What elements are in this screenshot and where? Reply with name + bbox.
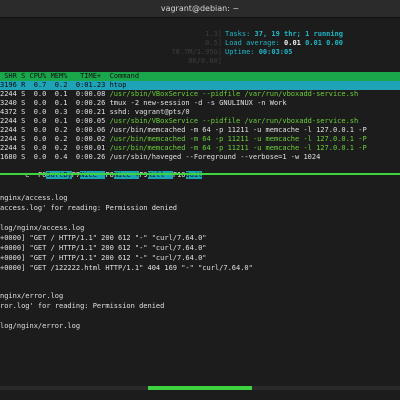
process-row[interactable]: 4372 S 0.0 0.3 0:00.21 sshd: vagrant@pts… bbox=[0, 108, 400, 117]
process-stats: 4372 S 0.0 0.3 0:00.21 bbox=[0, 108, 110, 116]
log-line: access.log' for reading: Permission deni… bbox=[0, 204, 178, 212]
process-row[interactable]: 2244 S 0.0 0.2 0:00.02 /usr/bin/memcache… bbox=[0, 135, 400, 144]
log-line: +0000] "GET / HTTP/1.1" 200 612 "-" "cur… bbox=[0, 244, 207, 252]
process-stats: 2244 S 0.0 0.2 0:00.06 bbox=[0, 126, 110, 134]
pane-divider bbox=[0, 173, 400, 175]
process-command: /usr/sbin/VBoxService --pidfile /var/run… bbox=[109, 117, 359, 125]
window-title: vagrant@debian: ~ bbox=[160, 4, 240, 13]
process-table-header[interactable]: SHR S CPU% MEM% TIME+ Command bbox=[0, 72, 400, 81]
process-command: /usr/bin/memcached -m 64 -p 11211 -u mem… bbox=[109, 144, 367, 152]
process-command: tmux -2 new-session -d -s GNULINUX -n Wo… bbox=[109, 99, 287, 107]
tmux-active-window-indicator bbox=[148, 386, 252, 390]
log-line: log/nginx/access.log bbox=[0, 224, 85, 232]
process-command: /usr/sbin/VBoxService --pidfile /var/run… bbox=[109, 90, 359, 98]
process-command: sshd: vagrant@pts/0 bbox=[109, 108, 190, 116]
terminal-window: vagrant@debian: ~ 1.3] 0.5] 78.7M/1.95G]… bbox=[0, 0, 400, 400]
process-command: /usr/bin/memcached -m 64 -p 11211 -u mem… bbox=[109, 135, 367, 143]
process-row[interactable]: 2244 S 0.0 0.2 0:00.06 /usr/bin/memcache… bbox=[0, 126, 400, 135]
process-stats: 2244 S 0.0 0.2 0:00.01 bbox=[0, 144, 110, 152]
uptime-value: 00:03:05 bbox=[258, 48, 293, 56]
log-line: +0000] "GET / HTTP/1.1" 200 612 "-" "cur… bbox=[0, 234, 207, 242]
uptime-line: Uptime: 00:03:05 bbox=[225, 48, 293, 56]
load-1: 0.01 bbox=[284, 39, 301, 47]
process-stats: 2244 S 0.0 0.2 0:00.02 bbox=[0, 135, 110, 143]
process-command: /usr/bin/memcached -m 64 -p 11211 -u mem… bbox=[109, 126, 367, 134]
mem-meter: 78.7M/1.95G] bbox=[171, 48, 222, 56]
process-row[interactable]: 2244 S 0.0 0.1 0:00.08 /usr/sbin/VBoxSer… bbox=[0, 90, 400, 99]
process-stats: 3240 S 0.0 0.1 0:00.26 bbox=[0, 99, 110, 107]
terminal-pane[interactable]: 1.3] 0.5] 78.7M/1.95G] 0K/0.00] Tasks: 3… bbox=[0, 18, 400, 400]
window-titlebar[interactable]: vagrant@debian: ~ bbox=[0, 0, 400, 18]
tmux-status-bar bbox=[0, 386, 400, 390]
load-rest: 0.01 0.00 bbox=[300, 39, 344, 47]
process-stats: 3196 R 0.7 0.2 0:01.23 bbox=[0, 81, 110, 89]
process-stats: 2244 S 0.0 0.1 0:00.08 bbox=[0, 90, 110, 98]
htop-stats: Tasks: 37, 19 thr; 1 running Load averag… bbox=[225, 30, 400, 57]
process-row[interactable]: 3240 S 0.0 0.1 0:00.26 tmux -2 new-sessi… bbox=[0, 99, 400, 108]
cpu2-meter: 0.5] bbox=[205, 39, 222, 47]
tasks-value: 37, 19 thr; 1 running bbox=[254, 30, 344, 38]
process-command: /usr/sbin/haveged --Foreground --verbose… bbox=[109, 153, 321, 161]
process-stats: 2244 S 0.0 0.1 0:00.05 bbox=[0, 117, 110, 125]
process-row[interactable]: 1680 S 0.0 0.4 0:00.26 /usr/sbin/haveged… bbox=[0, 153, 400, 162]
swap-meter: 0K/0.00] bbox=[188, 57, 222, 65]
function-key-bar: e F6SortByF7Nice -F8Nice +F9Kill F10Quit bbox=[0, 162, 400, 179]
log-line: +0000] "GET /122222.html HTTP/1.1" 404 1… bbox=[0, 264, 253, 272]
log-line: +0000] "GET / HTTP/1.1" 200 612 "-" "cur… bbox=[0, 254, 207, 262]
process-row[interactable]: 2244 S 0.0 0.2 0:00.01 /usr/bin/memcache… bbox=[0, 144, 400, 153]
log-line: nginx/access.log bbox=[0, 194, 68, 202]
process-stats: 1680 S 0.0 0.4 0:00.26 bbox=[0, 153, 110, 161]
load-line: Load average: 0.01 0.01 0.00 bbox=[225, 39, 344, 47]
htop-meters: 1.3] 0.5] 78.7M/1.95G] 0K/0.00] bbox=[112, 30, 222, 66]
process-row[interactable]: 3196 R 0.7 0.2 0:01.23 htop bbox=[0, 81, 400, 90]
tasks-line: Tasks: 37, 19 thr; 1 running bbox=[225, 30, 344, 38]
log-line: nginx/error.log bbox=[0, 292, 64, 300]
process-command: htop bbox=[109, 81, 127, 89]
log-line: log/nginx/error.log bbox=[0, 322, 81, 330]
log-line: ror.log' for reading: Permission denied bbox=[0, 302, 165, 310]
cpu1-meter: 1.3] bbox=[205, 30, 222, 38]
process-row[interactable]: 2244 S 0.0 0.1 0:00.05 /usr/sbin/VBoxSer… bbox=[0, 117, 400, 126]
